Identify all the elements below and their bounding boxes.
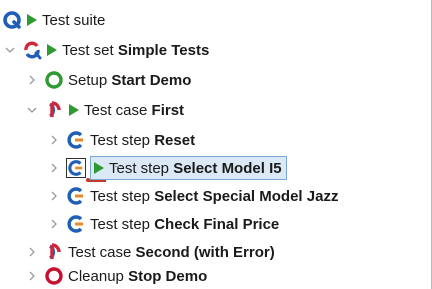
test-suite-icon [2, 10, 22, 30]
test-step-icon [66, 186, 86, 206]
play-icon [46, 43, 58, 57]
chevron-right-icon[interactable] [26, 240, 38, 264]
tree-node-label: Test step Select Special Model Jazz [90, 187, 339, 205]
execution-marker-dot [86, 178, 90, 182]
test-case-icon [44, 100, 64, 120]
tree-node-test-step-select-model-i5[interactable]: Test step Select Model I5 [48, 156, 287, 180]
tree-node-label: Setup Start Demo [68, 71, 192, 89]
setup-icon [44, 70, 64, 90]
tree-node-label: Test step Reset [90, 131, 196, 149]
chevron-right-icon[interactable] [26, 264, 38, 288]
test-step-icon [66, 130, 86, 150]
cleanup-icon [44, 266, 64, 286]
play-icon [68, 103, 80, 117]
test-tree: Test suite Test set Simple Tests Setup S… [0, 0, 432, 289]
test-set-icon [22, 40, 42, 60]
tree-node-label: Test set Simple Tests [62, 41, 210, 59]
chevron-right-icon[interactable] [48, 184, 60, 208]
selection-highlight: Test step Select Model I5 [90, 156, 287, 180]
tree-node-test-step-check-final-price[interactable]: Test step Check Final Price [48, 212, 279, 236]
tree-node-test-step-reset[interactable]: Test step Reset [48, 128, 195, 152]
chevron-right-icon[interactable] [26, 68, 38, 92]
tree-node-setup[interactable]: Setup Start Demo [26, 68, 191, 92]
tree-node-test-step-select-special-model-jazz[interactable]: Test step Select Special Model Jazz [48, 184, 338, 208]
chevron-down-icon[interactable] [26, 98, 38, 122]
test-step-icon [66, 214, 86, 234]
chevron-right-icon[interactable] [48, 156, 60, 180]
tree-node-label: Test step Check Final Price [90, 215, 280, 233]
tree-node-test-suite[interactable]: Test suite [2, 8, 105, 32]
tree-node-label: Cleanup Stop Demo [68, 267, 208, 285]
play-icon [93, 161, 105, 175]
play-icon [26, 13, 38, 27]
tree-connector [115, 166, 121, 167]
tree-node-label: Test case First [84, 101, 185, 119]
chevron-down-icon[interactable] [4, 38, 16, 62]
tree-node-cleanup[interactable]: Cleanup Stop Demo [26, 264, 207, 288]
tree-node-test-set[interactable]: Test set Simple Tests [4, 38, 209, 62]
execution-marker [88, 180, 106, 182]
test-step-icon [66, 158, 86, 178]
tree-node-test-case-first[interactable]: Test case First [26, 98, 184, 122]
tree-node-label: Test step Select Model I5 [109, 159, 282, 177]
chevron-right-icon[interactable] [48, 212, 60, 236]
chevron-right-icon[interactable] [48, 128, 60, 152]
test-case-icon [44, 242, 64, 262]
tree-node-test-case-second[interactable]: Test case Second (with Error) [26, 240, 275, 264]
tree-node-label: Test case Second (with Error) [68, 243, 275, 261]
tree-node-label: Test suite [42, 11, 106, 29]
